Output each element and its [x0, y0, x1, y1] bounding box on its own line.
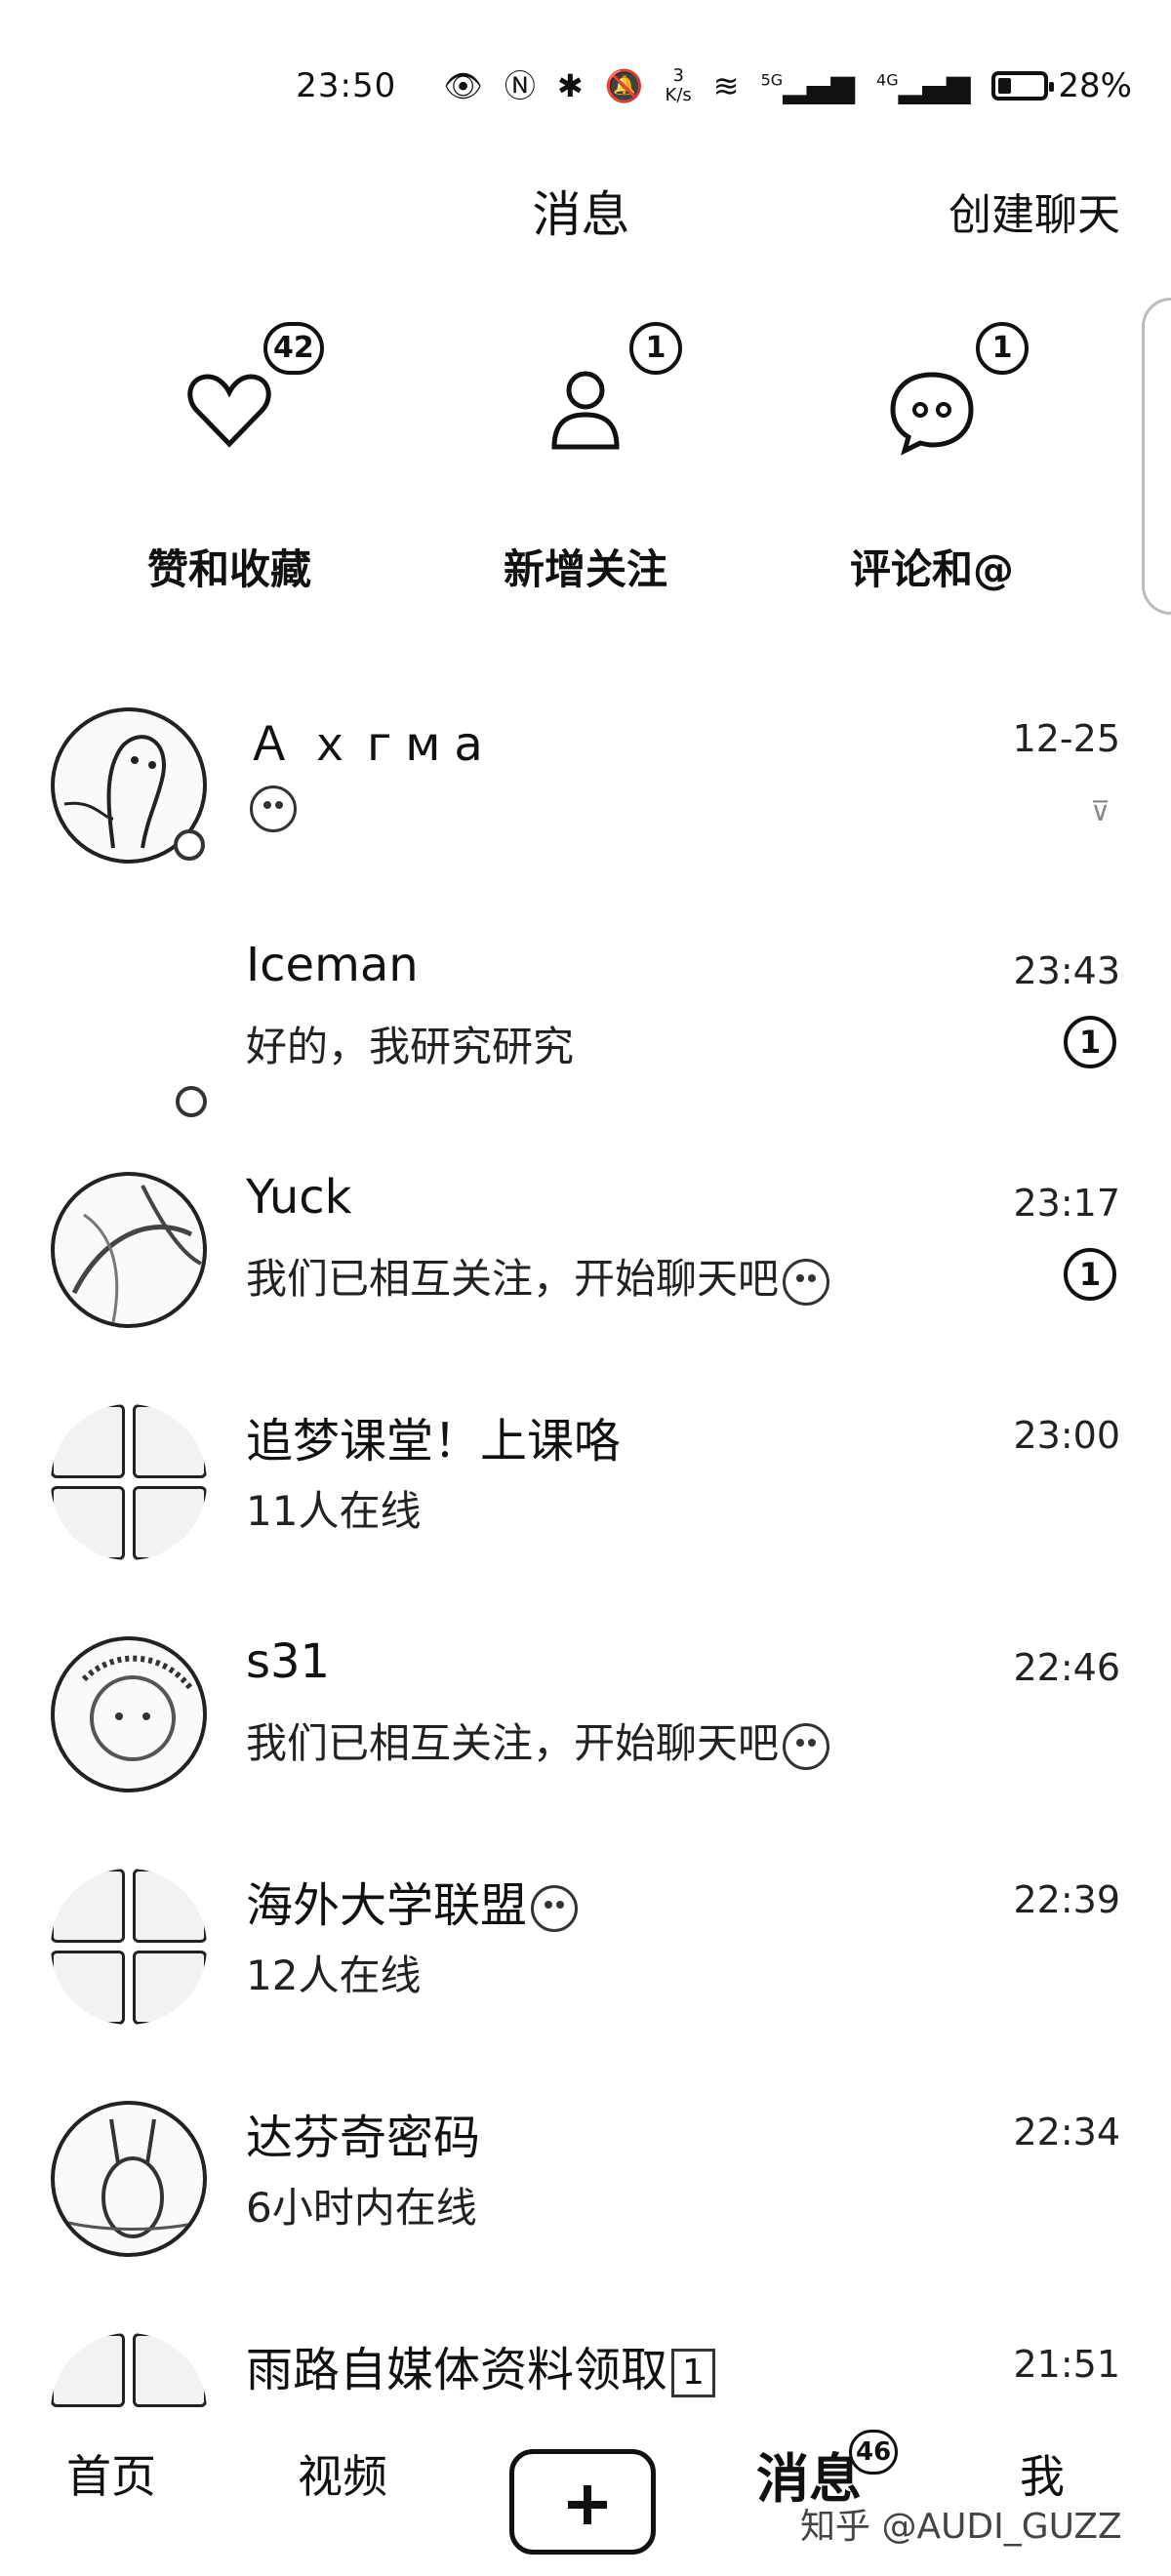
chat-name: 达芬奇密码: [246, 2111, 481, 2165]
photo-avatar-image: [81, 1655, 194, 1761]
online-status-dot: [174, 829, 205, 861]
chat-name: 海外大学联盟: [246, 1867, 579, 1935]
chat-time: 12-25: [1012, 717, 1120, 760]
battery-percent: 28%: [1058, 66, 1132, 105]
avatar: [51, 1172, 207, 1328]
chat-preview: 6小时内在线: [246, 2184, 477, 2232]
emoji-icon: [783, 1722, 830, 1770]
create-chat-button[interactable]: 创建聊天: [949, 180, 1120, 242]
battery-icon: [991, 71, 1055, 101]
chat-time: 22:46: [1013, 1646, 1120, 1689]
new-followers[interactable]: 1 新增关注: [439, 322, 732, 615]
status-time: 23:50: [296, 66, 397, 105]
sunglasses-emoji-icon: [531, 1885, 579, 1932]
chat-name: 雨路自媒体资料领取 1: [246, 2331, 715, 2399]
app-root: 23:50 👁 Ⓝ ✱ 🔕 3 K/s ≋ 5G▂▄▆ 4G▂▄▆ 28% 消息…: [0, 0, 1171, 2576]
edge-panel-handle[interactable]: [1142, 298, 1171, 615]
avatar: [51, 1636, 207, 1792]
chat-item[interactable]: Ａｘгма 12-25 ⊽: [0, 688, 1171, 920]
battery: 28%: [991, 66, 1132, 105]
chat-time: 22:39: [1013, 1878, 1120, 1921]
chat-time: 23:00: [1013, 1414, 1120, 1457]
person-icon: [551, 371, 620, 450]
chat-preview: [246, 782, 297, 832]
likes-label: 赞和收藏: [146, 545, 311, 593]
nav-me[interactable]: 我: [1020, 2441, 1065, 2506]
unread-badge: 1: [1064, 1016, 1116, 1068]
chat-time: 22:34: [1013, 2111, 1120, 2153]
group-avatar: [51, 1404, 207, 1560]
chat-time: 23:17: [1013, 1182, 1120, 1225]
avatar: [51, 940, 207, 1096]
group-avatar: [51, 1869, 207, 2025]
chat-preview: 11人在线: [246, 1487, 422, 1535]
signal-5g-icon: 5G▂▄▆: [760, 67, 856, 104]
likes-and-favorites[interactable]: 42 赞和收藏: [83, 322, 376, 615]
chat-preview: 我们已相互关注，开始聊天吧: [246, 1246, 830, 1306]
followers-label: 新增关注: [503, 545, 667, 593]
messages-badge: 46: [849, 2430, 899, 2475]
unread-badge: 1: [1064, 1248, 1116, 1301]
muted-icon: ⊽: [1090, 795, 1111, 827]
bottom-nav: 首页 视频 消息 46 我 知乎 @AUDI_GUZZ: [0, 2420, 1171, 2576]
chat-preview: 好的，我研究研究: [246, 1023, 575, 1070]
comments-label: 评论和@: [849, 545, 1014, 593]
emoji-icon: [250, 785, 297, 832]
mute-icon: 🔕: [604, 67, 644, 104]
chat-item[interactable]: 达芬奇密码 6小时内在线 22:34: [0, 2081, 1171, 2314]
nfc-icon: Ⓝ: [504, 67, 536, 104]
likes-badge: 42: [263, 322, 324, 375]
status-bar: 23:50 👁 Ⓝ ✱ 🔕 3 K/s ≋ 5G▂▄▆ 4G▂▄▆ 28%: [296, 57, 1132, 115]
chat-item[interactable]: Yuck 我们已相互关注，开始聊天吧 23:17 1: [0, 1152, 1171, 1385]
chat-item[interactable]: Iceman 好的，我研究研究 23:43 1: [0, 920, 1171, 1152]
comments-badge: 1: [976, 322, 1029, 375]
nav-video[interactable]: 视频: [298, 2441, 387, 2506]
chat-time: 23:43: [1013, 949, 1120, 992]
watermark: 知乎 @AUDI_GUZZ: [800, 2507, 1122, 2547]
eye-comfort-icon: 👁: [443, 67, 483, 104]
chat-name: Yuck: [246, 1170, 352, 1225]
net-speed: 3 K/s: [665, 65, 692, 105]
number-badge: 1: [671, 2349, 715, 2397]
chat-name: 追梦课堂！上课咯: [246, 1414, 622, 1469]
photo-avatar-image: [71, 1185, 202, 1323]
online-status-dot: [176, 1086, 207, 1117]
chat-preview: 12人在线: [246, 1952, 422, 1999]
chat-item[interactable]: s31 我们已相互关注，开始聊天吧 22:46: [0, 1617, 1171, 1849]
signal-4g-icon: 4G▂▄▆: [876, 67, 971, 104]
chat-name: s31: [246, 1634, 331, 1689]
comments-and-mentions[interactable]: 1 评论和@: [786, 322, 1078, 615]
chat-item[interactable]: 追梦课堂！上课咯 11人在线 23:00: [0, 1385, 1171, 1617]
wifi-icon: ≋: [712, 67, 740, 104]
nav-home[interactable]: 首页: [66, 2441, 156, 2506]
heart-icon: [187, 374, 271, 448]
chat-name: Iceman: [246, 938, 419, 992]
page-header: 消息 创建聊天: [0, 166, 1171, 244]
chat-preview: 我们已相互关注，开始聊天吧: [246, 1711, 830, 1770]
avatar: [51, 2101, 207, 2257]
chat-item[interactable]: 海外大学联盟 12人在线 22:39: [0, 1849, 1171, 2081]
photo-avatar-image: [63, 2118, 202, 2238]
chat-time: 21:51: [1013, 2343, 1120, 2386]
emoji-icon: [783, 1258, 830, 1306]
publish-plus-button[interactable]: [509, 2449, 656, 2555]
chat-name: Ａｘгма: [246, 717, 497, 772]
notification-row: 42 赞和收藏 1 新增关注 1 评论和@: [0, 322, 1171, 615]
bluetooth-icon: ✱: [556, 67, 584, 104]
chat-bubble-icon: [890, 372, 974, 456]
followers-badge: 1: [629, 322, 682, 375]
